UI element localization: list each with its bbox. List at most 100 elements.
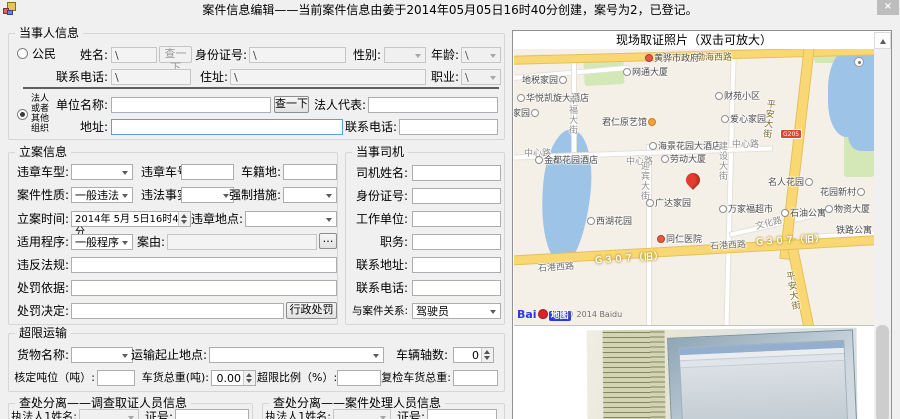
org-phone-input[interactable] [399,119,498,135]
phone-input[interactable]: \ [111,69,191,85]
org-name-input[interactable] [111,97,271,113]
poi-icon [587,217,595,225]
poi-icon [559,76,568,84]
citizen-radio[interactable] [17,48,28,59]
spinner-buttons[interactable] [178,212,190,226]
filing-time-picker[interactable]: 2014年 5月 5日16时40分 [71,211,191,238]
map-control-icon[interactable] [854,57,864,67]
case-relation-select[interactable]: 驾驶员 [412,303,501,319]
route-select[interactable] [209,347,384,363]
map-label: 财苑小区 [714,89,760,102]
cause-more-button[interactable]: … [319,233,337,249]
lookup-button-2[interactable]: 查一下 [274,96,309,113]
map-label: 金都花园酒店 [534,153,598,166]
vehicle-origin-input[interactable] [283,164,337,180]
panel-scrollbar[interactable] [874,32,891,419]
map-label: 爱心家园 [720,112,766,125]
map-label: G205 [780,129,803,139]
cause-input[interactable] [167,234,317,250]
poi-icon [781,209,789,217]
poi-icon [825,205,833,213]
spin-down-icon [484,356,490,360]
cargo-name-select[interactable] [71,347,133,363]
poi-icon [715,92,723,100]
case-edit-window: 案件信息编辑——当前案件信息由姜于2014年05月05日16时40分创建，案号为… [0,0,900,419]
axle-count-label: 车辆轴数: [395,348,448,362]
legal-entity-radio[interactable] [17,109,28,120]
overload-ratio-input[interactable] [337,370,381,386]
handler-group: 查处分离——案件处理人员信息 执法人1姓名: 证号: [262,396,505,419]
approved-tonnage-input[interactable] [97,370,135,386]
driver-duty-input[interactable] [412,234,501,250]
coercive-measure-select[interactable] [283,187,337,203]
chevron-down-icon [415,54,421,61]
location-pin-icon[interactable] [683,170,703,190]
chevron-down-icon [122,194,128,201]
map-label: 劳动大厦 [660,152,706,165]
map-label: 铁路公寓 [836,226,873,236]
route-label: 运输起止地点: [131,348,208,362]
penalty-basis-input[interactable] [71,280,337,296]
map-canvas[interactable]: Bai 地图 © 2014 Baidu 渤海西路 黄骅市政府 网通大厦 地税家园 华悦凯旋… [514,49,874,326]
procedure-select[interactable]: 一般程序 [71,234,133,250]
spinner-buttons[interactable] [243,371,255,385]
legal-rep-label: 法人代表: [313,98,366,112]
case-nature-label: 案件性质: [16,188,69,202]
investigator-cert-input[interactable] [175,409,249,419]
close-button[interactable]: × [877,0,899,15]
chevron-down-icon [490,76,496,83]
investigator-name-select[interactable] [79,409,139,419]
vehicle-no-input[interactable] [181,164,234,180]
driver-phone-input[interactable] [412,280,501,296]
gender-label: 性别: [352,48,381,62]
law-violated-input[interactable] [71,257,337,273]
vehicle-type-select[interactable] [71,164,133,180]
map-label: 物资大厦 [824,202,870,215]
handler-cert-input[interactable] [427,409,497,419]
baidu-logo: Bai 地图 [517,308,571,321]
poi-icon [648,118,657,126]
name-input[interactable]: \ [111,47,157,63]
map-label: 广达家园 [645,196,691,209]
pingan-street-north [780,49,815,259]
legal-rep-input[interactable] [368,97,498,113]
job-label: 职业: [430,70,459,84]
org-name-label: 单位名称: [55,98,108,112]
scroll-up-button[interactable] [874,32,891,49]
map-label: 西湖花园 [586,214,632,227]
address-input[interactable]: \ [230,69,426,85]
handler-name-select[interactable] [333,409,391,419]
photo-document [602,329,666,419]
poi-icon [623,68,631,76]
age-select[interactable]: \ [461,47,501,63]
scrollbar-thumb[interactable] [876,325,889,419]
map-label: 文化路 [754,215,784,233]
admin-penalty-button[interactable]: 行政处罚 [286,302,337,319]
job-select[interactable]: \ [461,69,501,85]
filing-info-group: 立案信息 违章车型: 违章车号: 车籍地: 案件性质: 一般违法 违法事实: 强… [8,145,338,325]
driver-id-input[interactable] [412,188,501,204]
driver-id-label: 身份证号: [355,189,408,203]
penalty-decision-input[interactable] [71,303,284,319]
evidence-photo-thumbnail[interactable] [586,327,858,419]
gross-weight-spinner[interactable]: 0.00 [211,370,256,386]
driver-info-title: 当事司机 [352,145,409,159]
axle-count-spinner[interactable]: 0 [453,347,494,363]
org-address-input[interactable] [111,119,343,135]
id-number-input[interactable]: \ [249,47,346,63]
recheck-weight-input[interactable] [453,370,498,386]
map-label: 中心路 [732,140,760,150]
driver-name-input[interactable] [412,165,501,181]
driver-duty-label: 职务: [379,235,408,249]
gender-select[interactable] [384,47,426,63]
driver-employer-input[interactable] [412,211,501,227]
spinner-buttons[interactable] [481,348,493,362]
violation-place-label: 违章地点: [191,212,244,226]
coercive-measure-label: 强制措施: [228,188,281,202]
case-nature-select[interactable]: 一般违法 [71,187,133,203]
map-label: 迎宾大街 [639,161,649,201]
violation-place-select[interactable] [245,211,337,227]
chevron-down-icon [122,241,128,248]
driver-address-input[interactable] [412,257,501,273]
poi-icon [645,54,653,62]
